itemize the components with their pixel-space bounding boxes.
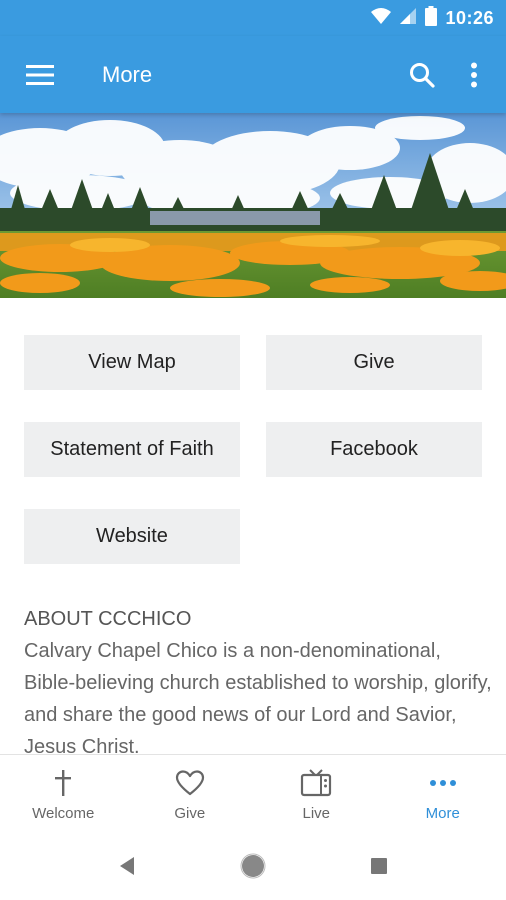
nav-welcome[interactable]: Welcome — [0, 755, 127, 832]
nav-live[interactable]: Live — [253, 755, 380, 832]
give-button[interactable]: Give — [266, 335, 482, 390]
nav-more[interactable]: More — [380, 755, 506, 832]
nav-give-label: Give — [174, 805, 206, 822]
view-map-button[interactable]: View Map — [24, 335, 240, 390]
wifi-icon — [371, 7, 392, 30]
status-bar: 10:26 — [0, 0, 506, 36]
bottom-nav: Welcome Give Live More — [0, 754, 506, 832]
page-title: More — [102, 61, 153, 87]
overflow-menu-button[interactable] — [450, 36, 498, 113]
about-heading: ABOUT CCCHICO — [24, 608, 192, 630]
more-dots-icon — [429, 767, 457, 799]
tv-icon — [300, 767, 332, 799]
status-time: 10:26 — [445, 7, 494, 28]
heart-icon — [175, 767, 205, 799]
cellular-icon — [399, 7, 417, 30]
app-bar: More — [0, 36, 506, 113]
website-button[interactable]: Website — [24, 509, 240, 564]
search-button[interactable] — [394, 36, 450, 113]
about-body: Calvary Chapel Chico is a non-denominati… — [24, 640, 492, 754]
statement-of-faith-button[interactable]: Statement of Faith — [24, 422, 240, 477]
search-icon — [410, 62, 435, 88]
cross-icon — [54, 767, 72, 799]
more-vert-icon — [471, 62, 477, 87]
link-buttons: View Map Give Statement of Faith Faceboo… — [24, 335, 483, 564]
hamburger-icon — [26, 64, 54, 85]
menu-button[interactable] — [0, 36, 80, 113]
nav-welcome-label: Welcome — [32, 805, 95, 822]
hero-image — [0, 113, 506, 298]
nav-more-label: More — [425, 805, 460, 822]
about-section: ABOUT CCCHICO Calvary Chapel Chico is a … — [24, 603, 494, 754]
nav-live-label: Live — [302, 805, 331, 822]
recents-square-icon — [371, 858, 387, 874]
nav-give[interactable]: Give — [127, 755, 254, 832]
battery-icon — [425, 5, 438, 31]
system-nav-bar — [0, 832, 506, 900]
back-triangle-icon — [120, 857, 134, 875]
recents-button[interactable] — [316, 832, 442, 900]
back-button[interactable] — [64, 832, 190, 900]
home-circle-icon — [240, 853, 266, 879]
facebook-button[interactable]: Facebook — [266, 422, 482, 477]
home-button[interactable] — [190, 832, 316, 900]
more-content: View Map Give Statement of Faith Faceboo… — [0, 298, 506, 754]
